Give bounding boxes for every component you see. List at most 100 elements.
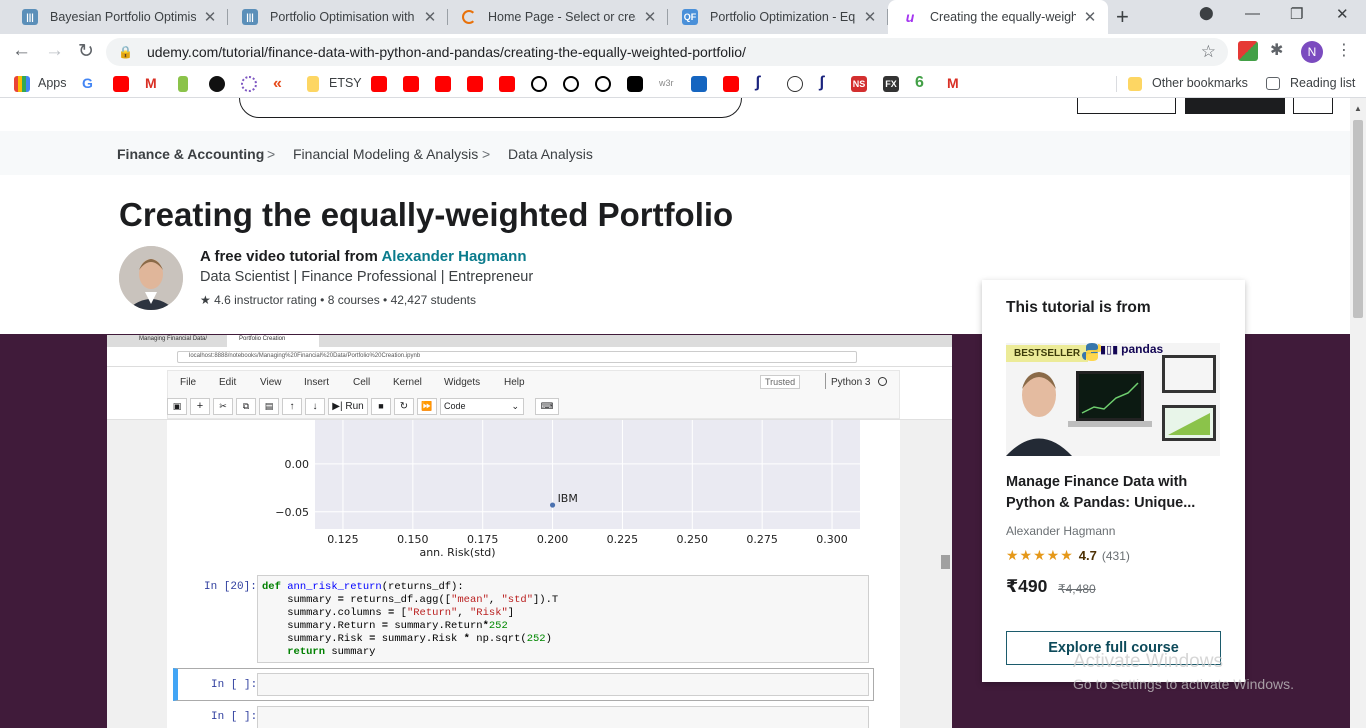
gmail-icon[interactable]: M xyxy=(145,75,161,91)
udemy-page: Finance & Accounting > Financial Modelin… xyxy=(0,98,1366,728)
bookmark-icon[interactable]: 6 xyxy=(915,74,931,91)
medium-icon[interactable] xyxy=(627,76,643,92)
reading-list-icon[interactable] xyxy=(1266,77,1280,90)
bookmark-icon[interactable] xyxy=(787,76,803,92)
instructor-stats: 4.6 instructor rating • 8 courses • 42,4… xyxy=(214,293,476,307)
signup-button[interactable] xyxy=(1185,98,1285,114)
ns-icon[interactable]: NS xyxy=(851,76,867,92)
bookmark-w3r[interactable]: w3r xyxy=(659,78,674,88)
bookmark-icon[interactable] xyxy=(241,76,257,92)
lock-icon: 🔒 xyxy=(118,45,133,59)
bookmark-icon[interactable] xyxy=(691,76,707,92)
bookmark-icon[interactable]: « xyxy=(273,75,289,92)
address-bar[interactable]: 🔒 udemy.com/tutorial/finance-data-with-p… xyxy=(106,38,1228,66)
reload-icon[interactable]: ↻ xyxy=(78,40,94,63)
extension-icon[interactable] xyxy=(1238,41,1258,61)
python-logo-icon xyxy=(1082,342,1102,362)
fast-forward-icon: ⏩ xyxy=(417,398,437,415)
folder-icon[interactable] xyxy=(307,76,319,92)
bookmark-icon[interactable]: ʃ xyxy=(819,74,835,91)
tab-title: Creating the equally-weighte xyxy=(930,10,1076,24)
menu-icon[interactable]: ⋮ xyxy=(1336,40,1356,60)
bookmark-icon[interactable] xyxy=(531,76,547,92)
scatter-plot: 0.125 0.150 0.175 0.200 0.225 0.250 0.275 0.300… xyxy=(275,420,860,559)
youtube-icon[interactable] xyxy=(113,76,129,92)
close-icon[interactable]: ✕ xyxy=(862,8,878,26)
browser-tab[interactable]: Home Page - Select or create ✕ xyxy=(448,0,668,34)
gmail-icon[interactable]: M xyxy=(947,75,963,91)
bookmark-icon[interactable] xyxy=(209,76,225,92)
back-icon[interactable]: ← xyxy=(12,40,31,62)
language-button[interactable] xyxy=(1293,98,1333,114)
jupyter-menu-item: Insert xyxy=(304,377,330,388)
youtube-icon[interactable] xyxy=(723,76,739,92)
copy-icon: ⧉ xyxy=(236,398,256,415)
browser-tab[interactable]: QF Portfolio Optimization - Equa ✕ xyxy=(668,0,888,34)
tab-title: Portfolio Optimisation with Py xyxy=(270,10,416,24)
google-icon[interactable]: G xyxy=(82,75,98,91)
bookmark-apps[interactable]: Apps xyxy=(38,76,67,90)
cell-prompt: In [ ]: xyxy=(211,679,258,691)
close-icon[interactable]: ✕ xyxy=(202,8,218,26)
tab-search-icon[interactable]: ⬤ xyxy=(1199,5,1214,21)
bookmark-reading-list[interactable]: Reading list xyxy=(1290,76,1355,90)
apps-icon[interactable] xyxy=(14,76,30,92)
bookmark-icon[interactable] xyxy=(563,76,579,92)
folder-icon[interactable] xyxy=(1128,77,1142,91)
scroll-up-icon[interactable]: ▲ xyxy=(1354,104,1362,113)
x-tick-label: 0.275 xyxy=(746,533,778,546)
minimize-button[interactable]: — xyxy=(1245,5,1260,22)
bookmark-other[interactable]: Other bookmarks xyxy=(1152,76,1248,90)
activate-windows-subtitle: Go to Settings to activate Windows. xyxy=(1073,676,1294,692)
qf-icon: QF xyxy=(682,9,698,25)
browser-tab-active[interactable]: u Creating the equally-weighte ✕ xyxy=(888,0,1108,34)
bookmark-icon[interactable] xyxy=(595,76,611,92)
profile-avatar[interactable]: N xyxy=(1301,41,1323,63)
video-player[interactable]: Managing Financial Data/ Portfolio Creat… xyxy=(107,335,952,728)
course-author: Alexander Hagmann xyxy=(1006,524,1116,538)
fx-icon[interactable]: FX xyxy=(883,76,899,92)
avatar[interactable] xyxy=(119,246,183,310)
close-icon[interactable]: ✕ xyxy=(422,8,438,26)
breadcrumb-item[interactable]: Finance & Accounting xyxy=(117,146,264,162)
close-icon[interactable]: ✕ xyxy=(642,8,658,26)
run-icon: ▶| xyxy=(332,401,343,412)
search-input[interactable] xyxy=(239,98,742,118)
youtube-icon[interactable] xyxy=(435,76,451,92)
rating-value: 4.7 xyxy=(1078,548,1097,563)
run-label: Run xyxy=(345,401,364,412)
course-title[interactable]: Manage Finance Data with Python & Pandas… xyxy=(1006,472,1226,514)
course-old-price: ₹4,480 xyxy=(1058,582,1096,596)
video-browser-tabbar: Managing Financial Data/ Portfolio Creat… xyxy=(107,335,952,347)
youtube-icon[interactable] xyxy=(371,76,387,92)
forward-icon[interactable]: → xyxy=(45,40,64,62)
bookmark-etsy[interactable]: ETSY xyxy=(329,76,362,90)
instructor-line: A free video tutorial from Alexander Hag… xyxy=(200,248,526,265)
cell-type-value: Code xyxy=(444,401,466,411)
jupyter-header: File Edit View Insert Cell Kernel Widget… xyxy=(107,367,952,420)
close-window-button[interactable]: ✕ xyxy=(1336,5,1349,23)
youtube-icon[interactable] xyxy=(499,76,515,92)
browser-tab[interactable]: ||| Bayesian Portfolio Optimisatio ✕ xyxy=(8,0,228,34)
android-icon[interactable] xyxy=(178,76,188,92)
scrollbar-thumb[interactable] xyxy=(1353,120,1363,318)
restore-button[interactable]: ❐ xyxy=(1290,5,1303,23)
login-button[interactable] xyxy=(1077,98,1176,114)
breadcrumb-item[interactable]: Financial Modeling & Analysis xyxy=(293,146,478,162)
bookmark-icon[interactable]: ʃ xyxy=(755,74,771,91)
extensions-puzzle-icon[interactable]: ✱ xyxy=(1270,40,1290,60)
youtube-icon[interactable] xyxy=(403,76,419,92)
page-scrollbar[interactable]: ▲ xyxy=(1350,98,1366,728)
code-cell: def ann_risk_return(returns_df): summary… xyxy=(257,575,869,663)
breadcrumb-item[interactable]: Data Analysis xyxy=(508,146,593,162)
bookmark-star-icon[interactable]: ☆ xyxy=(1201,42,1216,62)
instructor-link[interactable]: Alexander Hagmann xyxy=(381,248,526,265)
udemy-header xyxy=(0,98,1350,131)
close-icon[interactable]: ✕ xyxy=(1082,8,1098,26)
browser-tab[interactable]: ||| Portfolio Optimisation with Py ✕ xyxy=(228,0,448,34)
youtube-icon[interactable] xyxy=(467,76,483,92)
notebook-area: 0.125 0.150 0.175 0.200 0.225 0.250 0.275 0.300… xyxy=(167,420,900,728)
new-tab-button[interactable]: + xyxy=(1116,4,1129,30)
save-icon: ▣ xyxy=(167,398,187,415)
course-card: This tutorial is from BESTSELLER ▮▯▮ pan… xyxy=(982,280,1245,682)
